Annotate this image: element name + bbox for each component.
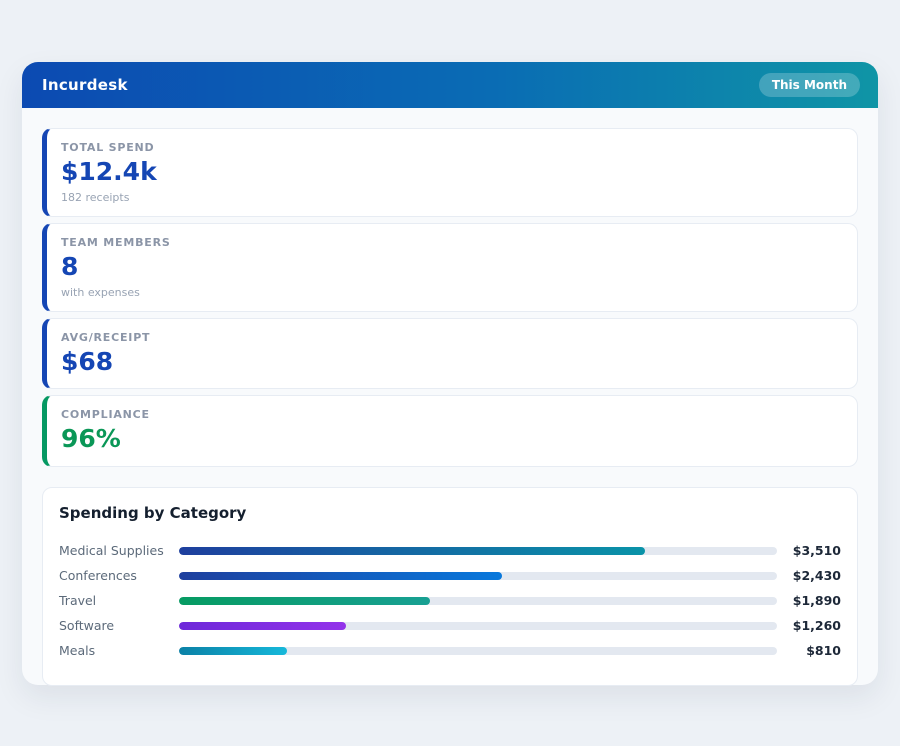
stat-card-compliance: COMPLIANCE 96% [42,395,858,467]
bar-label: Software [59,618,179,633]
bar-fill [179,622,346,630]
bar-fill [179,597,430,605]
bar-track [179,572,777,580]
bar-row-conferences: Conferences $2,430 [59,563,841,588]
bar-row-travel: Travel $1,890 [59,588,841,613]
app-window: Incurdesk This Month TOTAL SPEND $12.4k … [22,62,878,685]
stat-card-total-spend: TOTAL SPEND $12.4k 182 receipts [42,128,858,217]
bar-value: $810 [777,643,841,658]
app-header: Incurdesk This Month [22,62,878,108]
bar-track [179,647,777,655]
period-badge[interactable]: This Month [759,73,860,97]
stat-label: AVG/RECEIPT [61,331,841,344]
bar-row-medical-supplies: Medical Supplies $3,510 [59,538,841,563]
stat-label: COMPLIANCE [61,408,841,421]
chart-title: Spending by Category [59,504,841,522]
bar-value: $3,510 [777,543,841,558]
stat-card-avg-receipt: AVG/RECEIPT $68 [42,318,858,390]
bar-value: $1,260 [777,618,841,633]
spending-by-category-card: Spending by Category Medical Supplies $3… [42,487,858,686]
bar-fill [179,547,645,555]
stat-value: 8 [61,253,841,282]
bar-label: Conferences [59,568,179,583]
bar-fill [179,572,502,580]
bar-row-meals: Meals $810 [59,638,841,663]
main-content: TOTAL SPEND $12.4k 182 receipts TEAM MEM… [22,108,878,706]
stat-value: $68 [61,348,841,377]
app-title: Incurdesk [42,76,128,94]
stat-label: TOTAL SPEND [61,141,841,154]
bar-label: Medical Supplies [59,543,179,558]
stat-card-team-members: TEAM MEMBERS 8 with expenses [42,223,858,312]
bar-track [179,597,777,605]
bar-row-software: Software $1,260 [59,613,841,638]
bar-track [179,622,777,630]
bar-label: Travel [59,593,179,608]
stat-label: TEAM MEMBERS [61,236,841,249]
bar-track [179,547,777,555]
stat-sub: with expenses [61,286,841,299]
stat-value: $12.4k [61,158,841,187]
bar-value: $2,430 [777,568,841,583]
bar-label: Meals [59,643,179,658]
stat-sub: 182 receipts [61,191,841,204]
bar-value: $1,890 [777,593,841,608]
stat-value: 96% [61,425,841,454]
bar-fill [179,647,287,655]
